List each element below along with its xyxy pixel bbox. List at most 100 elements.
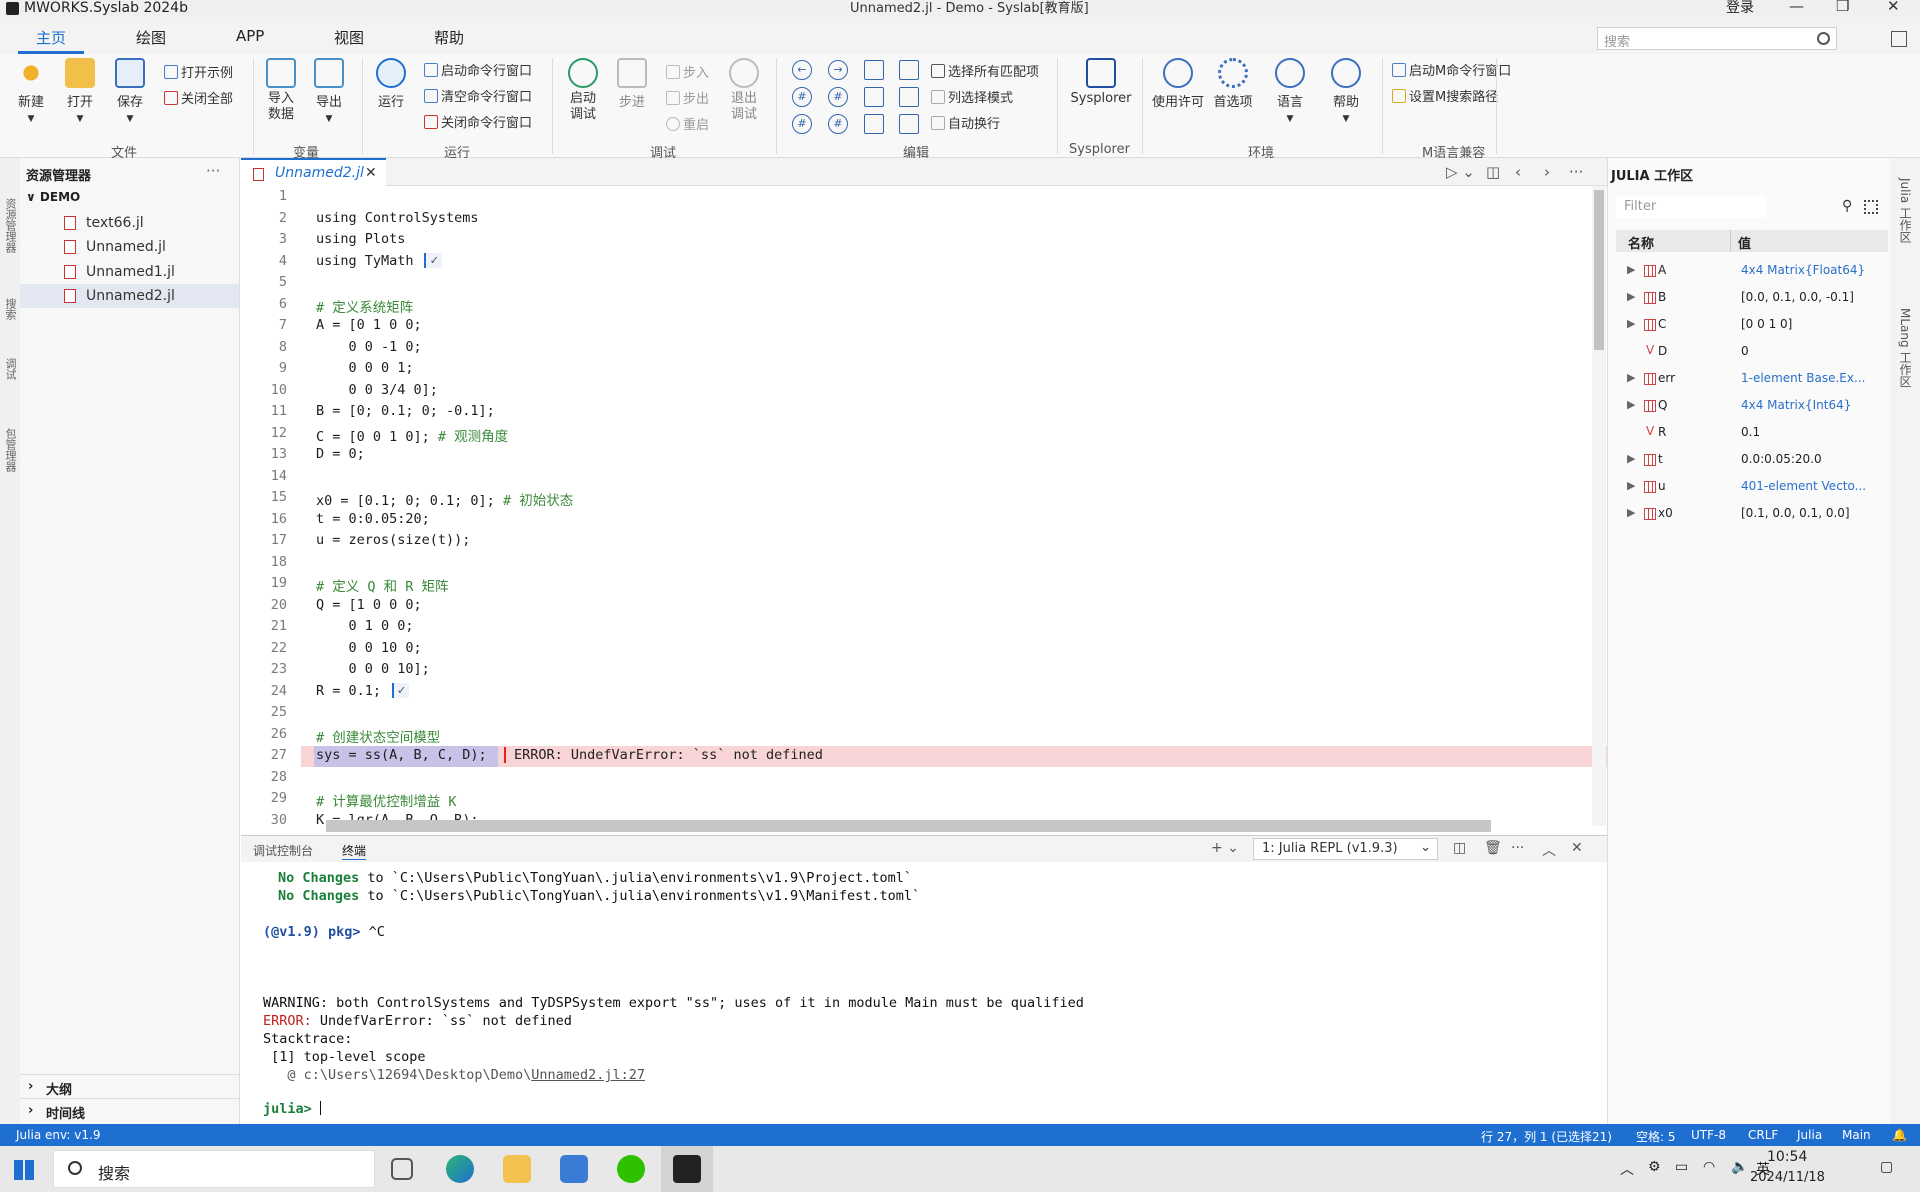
code-line[interactable]: sys = ss(A, B, C, D); bbox=[316, 747, 487, 763]
variable-value[interactable]: 4x4 Matrix{Float64} bbox=[1741, 263, 1887, 277]
clock-time[interactable]: 10:54 bbox=[1767, 1149, 1807, 1165]
expand-arrow-icon[interactable]: ▶ bbox=[1627, 371, 1635, 384]
close-panel-icon[interactable]: ✕ bbox=[1571, 840, 1583, 856]
code-line[interactable]: 0 0 0 10]; bbox=[316, 661, 430, 677]
trash-icon[interactable]: 🗑 bbox=[1484, 840, 1502, 856]
editor-more-icon[interactable]: ··· bbox=[1569, 163, 1583, 181]
windows-start-icon[interactable] bbox=[14, 1160, 34, 1180]
editor-vertical-scrollbar[interactable] bbox=[1592, 186, 1606, 826]
expand-arrow-icon[interactable]: ▶ bbox=[1627, 290, 1635, 303]
workspace-variable-row[interactable]: ▶ Q 4x4 Matrix{Int64} bbox=[1616, 393, 1888, 420]
format-icon[interactable] bbox=[864, 114, 884, 134]
expand-arrow-icon[interactable]: ▶ bbox=[1627, 506, 1635, 519]
editor-horizontal-scrollbar[interactable] bbox=[326, 820, 1491, 832]
open-example-button[interactable]: 打开示例 bbox=[164, 62, 233, 81]
folder-demo[interactable]: ∨ DEMO bbox=[26, 190, 80, 204]
scroll-thumb[interactable] bbox=[1594, 190, 1604, 350]
pin-icon[interactable]: ⚲ bbox=[1842, 198, 1852, 214]
store-icon[interactable] bbox=[560, 1155, 588, 1183]
activity-search[interactable]: 搜索 bbox=[2, 298, 18, 320]
more-icon[interactable]: ··· bbox=[206, 162, 220, 180]
nav-forward-icon[interactable]: › bbox=[1544, 163, 1550, 181]
notification-icon[interactable]: ▢ bbox=[1880, 1159, 1893, 1175]
code-line[interactable]: using TyMath bbox=[316, 253, 414, 269]
column-select-checkbox[interactable]: 列选择模式 bbox=[931, 87, 1013, 106]
indent-icon[interactable]: # bbox=[792, 114, 812, 134]
run-file-icon[interactable]: ▷ ⌄ bbox=[1446, 163, 1475, 181]
clear-cmd-window-button[interactable]: 清空命令行窗口 bbox=[424, 86, 532, 105]
column-divider[interactable] bbox=[1730, 230, 1731, 252]
back-icon[interactable]: ← bbox=[792, 60, 812, 80]
workspace-variable-row[interactable]: VD 0 bbox=[1616, 339, 1888, 366]
code-line[interactable]: B = [0; 0.1; 0; -0.1]; bbox=[316, 403, 495, 419]
close-cmd-window-button[interactable]: 关闭命令行窗口 bbox=[424, 112, 532, 131]
code-line[interactable]: # 定义系统矩阵 bbox=[316, 296, 413, 316]
tab-debug-console[interactable]: 调试控制台 bbox=[253, 842, 313, 859]
julia-prompt-line[interactable]: julia> bbox=[263, 1101, 321, 1117]
syslab-taskbar-button[interactable] bbox=[661, 1146, 713, 1192]
file-item[interactable]: Unnamed.jl bbox=[20, 235, 239, 259]
tray-app-icon[interactable]: ⚙ bbox=[1648, 1159, 1661, 1175]
wifi-icon[interactable]: ◠ bbox=[1703, 1159, 1715, 1175]
close-all-button[interactable]: 关闭全部 bbox=[164, 88, 233, 107]
editor-tab[interactable]: Unnamed2.jl ✕ bbox=[241, 158, 386, 186]
close-tab-icon[interactable]: ✕ bbox=[365, 165, 377, 181]
taskbar-search-box[interactable]: 搜索 bbox=[53, 1150, 375, 1188]
edge-browser-icon[interactable] bbox=[446, 1155, 474, 1183]
workspace-filter-input[interactable]: Filter bbox=[1616, 196, 1766, 218]
step-button[interactable]: 步进 bbox=[614, 58, 650, 110]
activity-debug[interactable]: 调试 bbox=[2, 358, 18, 380]
uncomment-icon[interactable]: # bbox=[828, 87, 848, 107]
step-in-button[interactable]: 步入 bbox=[666, 62, 709, 81]
license-button[interactable]: 使用许可 bbox=[1150, 58, 1206, 110]
code-line[interactable]: 0 0 0 1; bbox=[316, 360, 414, 376]
restart-button[interactable]: 重启 bbox=[666, 114, 709, 133]
code-line[interactable]: Q = [1 0 0 0; bbox=[316, 597, 422, 613]
file-item[interactable]: Unnamed1.jl bbox=[20, 260, 239, 284]
workspace-variable-row[interactable]: ▶ t 0.0:0.05:20.0 bbox=[1616, 447, 1888, 474]
workspace-variable-row[interactable]: ▶ x0 [0.1, 0.0, 0.1, 0.0] bbox=[1616, 501, 1888, 528]
expand-arrow-icon[interactable]: ▶ bbox=[1627, 452, 1635, 465]
tab-view[interactable]: 视图 bbox=[334, 27, 364, 48]
close-window-button[interactable]: ✕ bbox=[1887, 0, 1900, 15]
col-value[interactable]: 值 bbox=[1738, 233, 1751, 252]
step-out-button[interactable]: 步出 bbox=[666, 88, 709, 107]
exit-debug-button[interactable]: 退出 调试 bbox=[724, 58, 764, 123]
side-tab-mlang-workspace[interactable]: MLang 工作区 bbox=[1897, 308, 1914, 387]
clear-bookmarks-icon[interactable] bbox=[899, 114, 919, 134]
split-terminal-icon[interactable]: ◫ bbox=[1453, 840, 1466, 856]
expand-arrow-icon[interactable]: ▶ bbox=[1627, 317, 1635, 330]
expand-arrow-icon[interactable]: ▶ bbox=[1627, 398, 1635, 411]
expand-arrow-icon[interactable]: ▶ bbox=[1627, 263, 1635, 276]
workspace-variable-row[interactable]: ▶ u 401-element Vecto... bbox=[1616, 474, 1888, 501]
language-mode[interactable]: Julia bbox=[1797, 1128, 1822, 1142]
next-bookmark-icon[interactable] bbox=[899, 87, 919, 107]
select-all-matches-button[interactable]: 选择所有匹配项 bbox=[931, 61, 1039, 80]
file-explorer-icon[interactable] bbox=[503, 1155, 531, 1183]
file-encoding[interactable]: UTF-8 bbox=[1691, 1128, 1726, 1142]
minimize-button[interactable]: — bbox=[1789, 0, 1804, 15]
grid-view-icon[interactable] bbox=[1864, 200, 1878, 214]
help-button[interactable]: 帮助 ▼ bbox=[1326, 58, 1366, 125]
code-line[interactable]: using Plots bbox=[316, 231, 405, 247]
auto-wrap-checkbox[interactable]: 自动换行 bbox=[931, 113, 1000, 132]
line-ending[interactable]: CRLF bbox=[1748, 1128, 1778, 1142]
julia-env-status[interactable]: Julia env: v1.9 bbox=[16, 1128, 100, 1142]
code-line[interactable]: 0 0 3/4 0]; bbox=[316, 382, 438, 398]
activity-explorer[interactable]: 资源管理器 bbox=[2, 198, 18, 253]
code-line[interactable]: R = 0.1; bbox=[316, 683, 381, 699]
language-button[interactable]: 语言 ▼ bbox=[1270, 58, 1310, 125]
import-data-button[interactable]: 导入 数据 bbox=[263, 58, 299, 123]
terminal-more-icon[interactable]: ··· bbox=[1511, 840, 1524, 856]
nav-back-icon[interactable]: ‹ bbox=[1515, 163, 1521, 181]
start-debug-button[interactable]: 启动 调试 bbox=[563, 58, 603, 123]
code-line[interactable]: 0 1 0 0; bbox=[316, 618, 414, 634]
workspace-variable-row[interactable]: V R 0.1 bbox=[1616, 420, 1888, 447]
battery-icon[interactable]: ▭ bbox=[1675, 1159, 1688, 1175]
volume-icon[interactable]: 🔈 bbox=[1731, 1159, 1748, 1175]
global-search-input[interactable]: 搜索 bbox=[1597, 27, 1837, 50]
new-button[interactable]: 新建 ▼ bbox=[12, 58, 50, 125]
restore-button[interactable]: ❐ bbox=[1836, 0, 1849, 15]
bookmark-list-icon[interactable] bbox=[899, 60, 919, 80]
split-editor-icon[interactable]: ◫ bbox=[1486, 163, 1500, 181]
